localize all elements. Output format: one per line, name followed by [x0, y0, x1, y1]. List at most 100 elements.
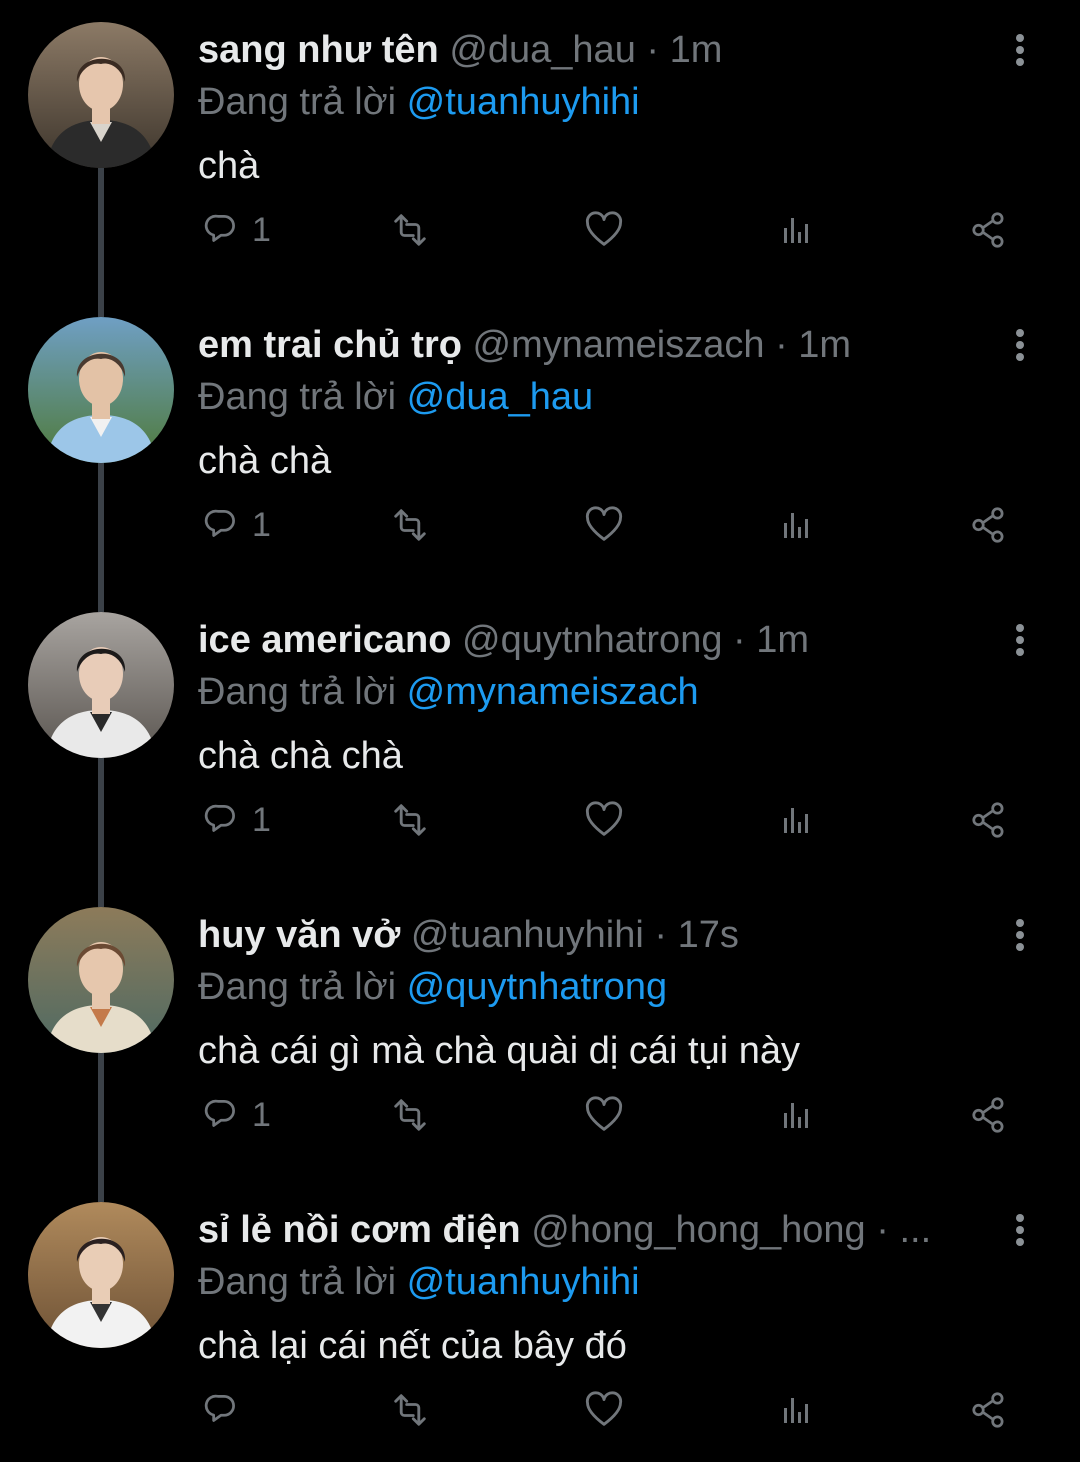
reply-thread: sang như tên @dua_hau · 1m Đang trả lời @… — [0, 0, 1080, 1462]
replying-to: Đang trả lời @tuanhuyhihi — [198, 78, 640, 126]
avatar[interactable] — [28, 317, 174, 463]
share-icon — [972, 212, 1004, 248]
dot-separator: · — [646, 29, 660, 71]
more-options-button[interactable] — [1000, 915, 1040, 955]
replying-to-label: Đang trả lời — [198, 376, 397, 418]
replying-to-mention[interactable]: @mynameiszach — [407, 671, 699, 713]
reply-count: 1 — [252, 505, 271, 544]
share-button[interactable] — [968, 495, 1010, 555]
reply-tweet[interactable]: ice americano @quytnhatrong · 1m Đang trả… — [0, 590, 1080, 885]
share-icon — [972, 1392, 1004, 1428]
share-icon — [972, 802, 1004, 838]
action-bar: 1 — [0, 790, 1080, 850]
avatar[interactable] — [28, 22, 174, 168]
reply-button[interactable]: 1 — [200, 200, 271, 260]
tweet-header: em trai chủ trọ @mynameiszach · 1m — [198, 321, 988, 369]
display-name[interactable]: em trai chủ trọ — [198, 324, 462, 366]
display-name[interactable]: sỉ lẻ nồi cơm điện — [198, 1209, 521, 1251]
more-options-button[interactable] — [1000, 30, 1040, 70]
timestamp[interactable]: 1m — [798, 324, 851, 366]
reply-count: 1 — [252, 800, 271, 839]
replying-to-mention[interactable]: @tuanhuyhihi — [407, 81, 640, 123]
tweet-header: huy văn vở @tuanhuyhihi · 17s — [198, 911, 988, 959]
like-icon — [585, 1096, 623, 1131]
timestamp[interactable]: 1m — [670, 29, 723, 71]
share-icon — [972, 507, 1004, 543]
views-button[interactable] — [776, 790, 816, 850]
like-button[interactable] — [582, 1085, 626, 1145]
thread-line — [98, 1180, 104, 1202]
like-button[interactable] — [582, 200, 626, 260]
reply-button[interactable]: 1 — [200, 495, 271, 555]
replying-to: Đang trả lời @quytnhatrong — [198, 963, 667, 1011]
user-handle[interactable]: @tuanhuyhihi — [411, 914, 644, 956]
action-bar: 1 — [0, 1085, 1080, 1145]
avatar[interactable] — [28, 907, 174, 1053]
more-icon — [1016, 919, 1024, 951]
retweet-icon — [394, 214, 426, 246]
reply-button[interactable]: 1 — [200, 1085, 271, 1145]
avatar[interactable] — [28, 1202, 174, 1348]
reply-icon — [204, 214, 235, 242]
share-icon — [972, 1097, 1004, 1133]
replying-to: Đang trả lời @mynameiszach — [198, 668, 699, 716]
thread-line — [98, 295, 104, 317]
tweet-text: chà lại cái nết của bây đó — [198, 1325, 627, 1367]
like-button[interactable] — [582, 790, 626, 850]
user-handle[interactable]: @dua_hau — [449, 29, 636, 71]
user-handle[interactable]: @mynameiszach — [473, 324, 765, 366]
views-icon — [784, 808, 808, 833]
views-icon — [784, 1398, 808, 1423]
more-options-button[interactable] — [1000, 325, 1040, 365]
like-button[interactable] — [582, 1380, 626, 1440]
views-button[interactable] — [776, 495, 816, 555]
reply-tweet[interactable]: huy văn vở @tuanhuyhihi · 17s Đang trả lờ… — [0, 885, 1080, 1180]
replying-to-label: Đang trả lời — [198, 1261, 397, 1303]
reply-icon — [204, 804, 235, 832]
replying-to-mention[interactable]: @quytnhatrong — [407, 966, 667, 1008]
replying-to-mention[interactable]: @tuanhuyhihi — [407, 1261, 640, 1303]
thread-line — [98, 885, 104, 907]
display-name[interactable]: ice americano — [198, 619, 451, 661]
share-button[interactable] — [968, 790, 1010, 850]
replying-to: Đang trả lời @dua_hau — [198, 373, 593, 421]
tweet-header: sỉ lẻ nồi cơm điện @hong_hong_hong · ... — [198, 1206, 988, 1254]
retweet-button[interactable] — [388, 495, 432, 555]
display-name[interactable]: sang như tên — [198, 29, 439, 71]
views-button[interactable] — [776, 200, 816, 260]
retweet-button[interactable] — [388, 1380, 432, 1440]
views-button[interactable] — [776, 1085, 816, 1145]
retweet-button[interactable] — [388, 1085, 432, 1145]
display-name[interactable]: huy văn vở — [198, 914, 400, 956]
retweet-button[interactable] — [388, 200, 432, 260]
replying-to-label: Đang trả lời — [198, 966, 397, 1008]
share-button[interactable] — [968, 200, 1010, 260]
views-button[interactable] — [776, 1380, 816, 1440]
dot-separator: · — [876, 1209, 889, 1251]
tweet-text: chà cái gì mà chà quài dị cái tụi này — [198, 1030, 801, 1072]
share-button[interactable] — [968, 1380, 1010, 1440]
action-bar: 1 — [0, 200, 1080, 260]
timestamp[interactable]: 17s — [678, 914, 739, 956]
timestamp[interactable]: ... — [899, 1209, 931, 1251]
reply-tweet[interactable]: sỉ lẻ nồi cơm điện @hong_hong_hong · ...… — [0, 1180, 1080, 1462]
reply-button[interactable] — [200, 1380, 252, 1440]
reply-icon — [204, 1099, 235, 1127]
user-handle[interactable]: @hong_hong_hong — [531, 1209, 865, 1251]
avatar[interactable] — [28, 612, 174, 758]
retweet-button[interactable] — [388, 790, 432, 850]
user-handle[interactable]: @quytnhatrong — [462, 619, 722, 661]
reply-count: 1 — [252, 1095, 271, 1134]
views-icon — [784, 1103, 808, 1128]
reply-tweet[interactable]: em trai chủ trọ @mynameiszach · 1m Đang t… — [0, 295, 1080, 590]
more-options-button[interactable] — [1000, 620, 1040, 660]
more-options-button[interactable] — [1000, 1210, 1040, 1250]
reply-button[interactable]: 1 — [200, 790, 271, 850]
timestamp[interactable]: 1m — [756, 619, 809, 661]
share-button[interactable] — [968, 1085, 1010, 1145]
reply-tweet[interactable]: sang như tên @dua_hau · 1m Đang trả lời @… — [0, 0, 1080, 295]
action-bar — [0, 1380, 1080, 1440]
like-button[interactable] — [582, 495, 626, 555]
more-icon — [1016, 624, 1024, 656]
replying-to-mention[interactable]: @dua_hau — [407, 376, 594, 418]
